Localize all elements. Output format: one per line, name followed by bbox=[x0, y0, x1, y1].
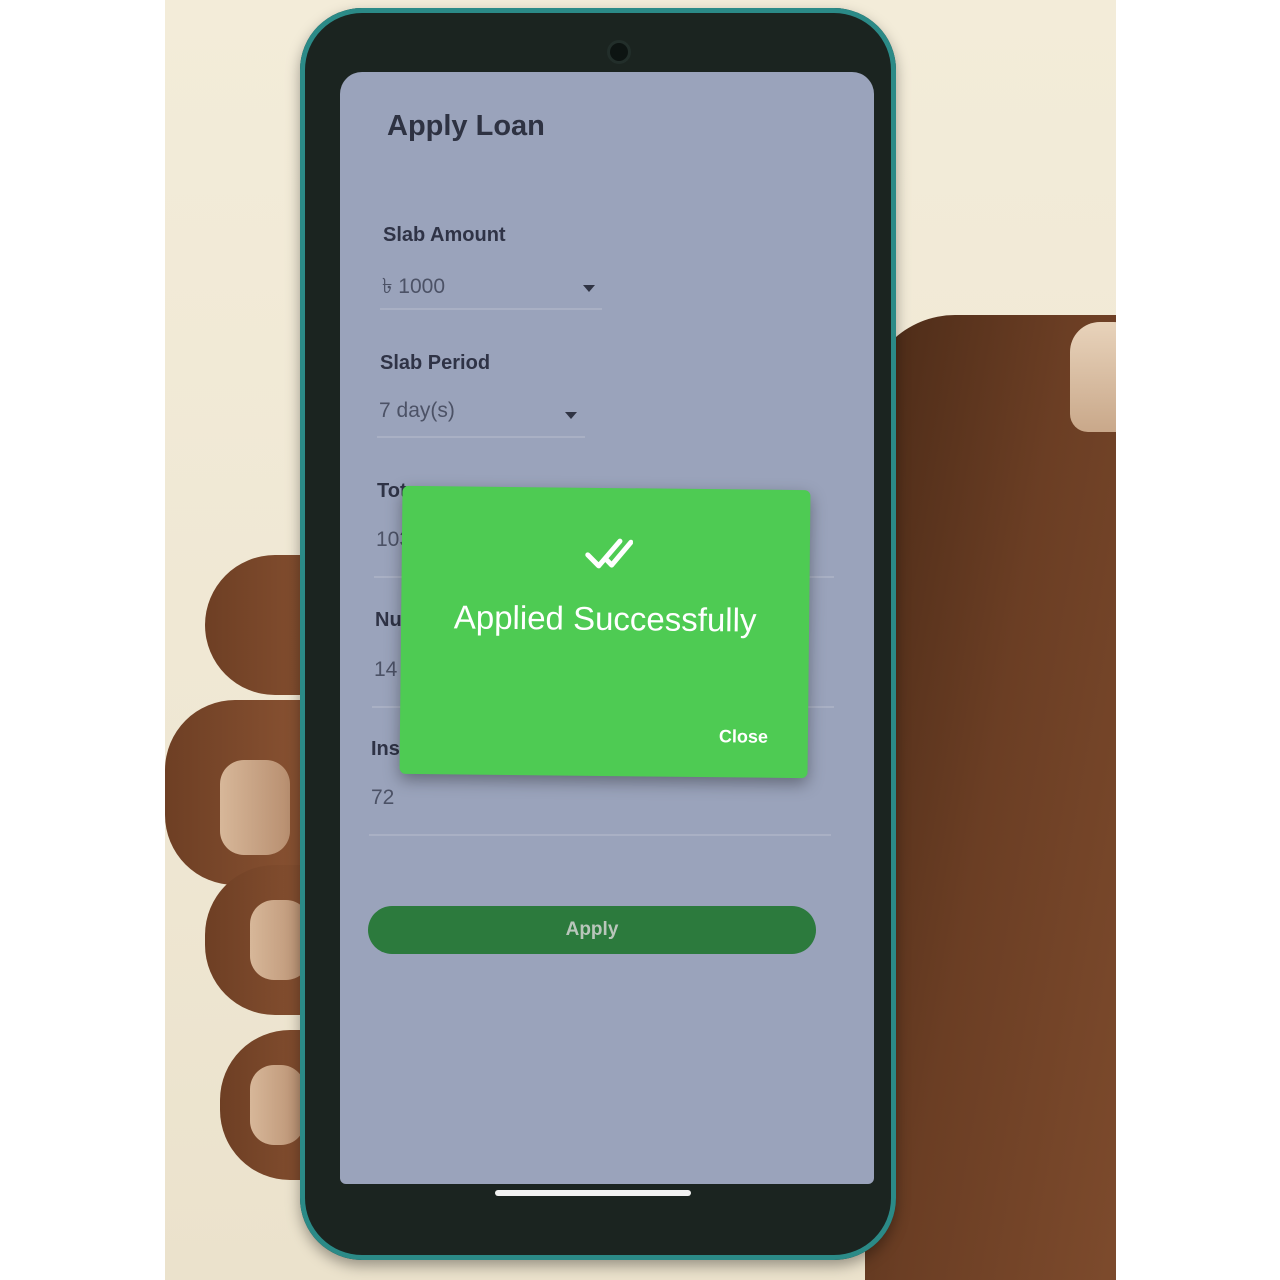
finger-nail bbox=[220, 760, 290, 855]
slab-amount-value: ৳ 1000 bbox=[382, 275, 446, 298]
thumb-nail bbox=[1070, 322, 1116, 432]
field-underline bbox=[380, 308, 602, 310]
page-title: Apply Loan bbox=[387, 110, 545, 142]
slab-period-value: 7 day(s) bbox=[379, 399, 455, 422]
apply-button[interactable]: Apply bbox=[368, 906, 816, 954]
hand-palm bbox=[865, 315, 1116, 1280]
success-dialog: Applied Successfully Close bbox=[399, 485, 811, 779]
installment-value: 72 bbox=[371, 786, 395, 809]
number-value: 14 bbox=[374, 658, 398, 681]
chevron-down-icon bbox=[583, 285, 595, 292]
home-indicator[interactable] bbox=[495, 1190, 691, 1196]
slab-amount-label: Slab Amount bbox=[383, 224, 506, 246]
double-check-icon bbox=[585, 538, 634, 569]
field-underline bbox=[377, 436, 585, 438]
front-camera bbox=[610, 43, 628, 61]
number-label: Nu bbox=[375, 609, 402, 631]
installment-label: Ins bbox=[371, 738, 400, 760]
dialog-message: Applied Successfully bbox=[453, 598, 757, 639]
field-underline bbox=[369, 834, 831, 836]
chevron-down-icon bbox=[565, 412, 577, 419]
close-button[interactable]: Close bbox=[713, 725, 774, 749]
finger-nail bbox=[250, 1065, 305, 1145]
slab-period-label: Slab Period bbox=[380, 352, 491, 374]
